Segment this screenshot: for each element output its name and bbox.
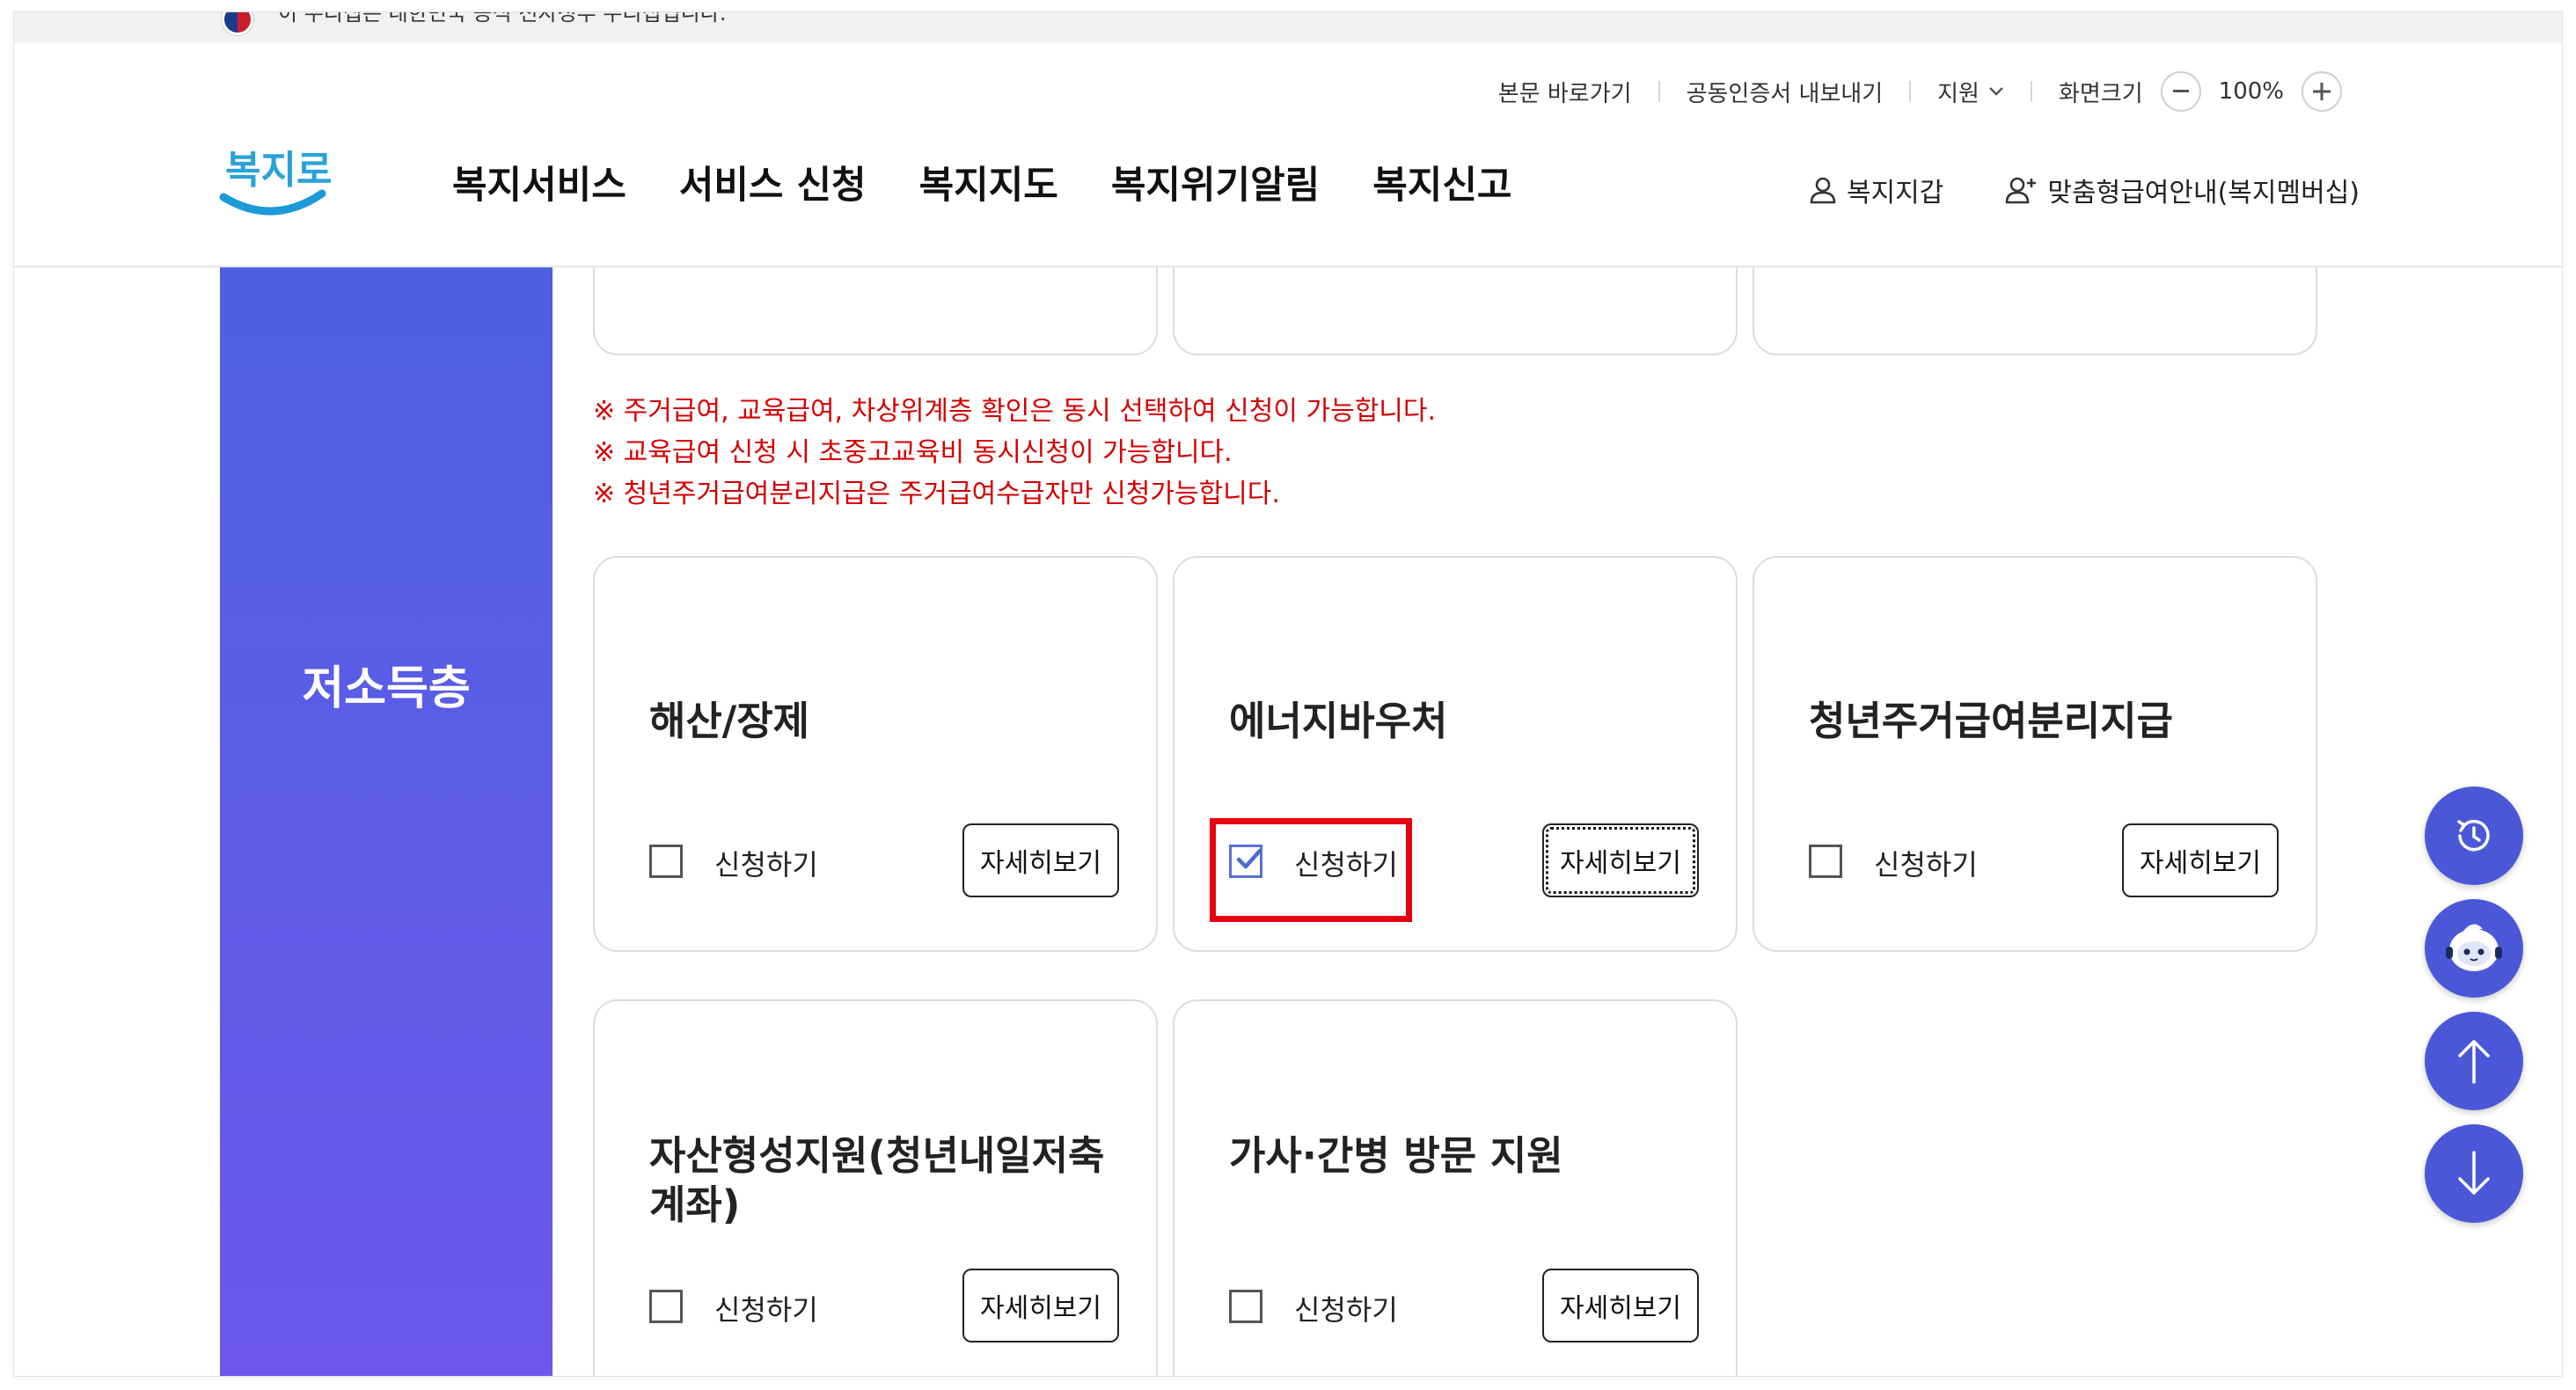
welfare-wallet-link[interactable]: 복지지갑 (1808, 171, 1943, 209)
service-card-energy-voucher: 에너지바우처 신청하기 자세히보기 (1173, 556, 1738, 952)
card-title: 에너지바우처 (1229, 698, 1448, 744)
history-icon (2457, 819, 2490, 852)
apply-label[interactable]: 신청하기 (714, 1288, 818, 1328)
nav-crisis-alert[interactable]: 복지위기알림 (1111, 155, 1320, 209)
apply-label[interactable]: 신청하기 (1874, 843, 1978, 883)
logo-mark: 복지로 (219, 148, 332, 216)
welfare-wallet-label: 복지지갑 (1846, 178, 1944, 208)
selection-highlight-box (1210, 818, 1412, 922)
apply-label[interactable]: 신청하기 (1294, 1288, 1398, 1328)
service-card-home-care: 가사·간병 방문 지원 신청하기 자세히보기 (1173, 999, 1738, 1376)
apply-label[interactable]: 신청하기 (714, 843, 818, 883)
member-menu: 복지지갑 맞춤형급여안내(복지멤버십) (1746, 171, 2360, 209)
notice-list: ※ 주거급여, 교육급여, 차상위계층 확인은 동시 선택하여 신청이 가능합니… (593, 391, 1436, 515)
gov-banner-text: 이 누리집은 대한민국 공식 전자정부 누리집입니다. (278, 12, 727, 26)
minus-icon (2172, 90, 2189, 92)
detail-button[interactable]: 자세히보기 (1542, 823, 1699, 897)
support-dropdown[interactable]: 지원 (1937, 76, 2004, 108)
zoom-level: 100% (2218, 78, 2284, 105)
apply-checkbox[interactable] (1809, 845, 1842, 878)
custom-benefit-link[interactable]: 맞춤형급여안내(복지멤버십) (2005, 171, 2360, 209)
detail-button[interactable]: 자세히보기 (962, 823, 1119, 897)
service-card-childbirth-funeral: 해산/장제 신청하기 자세히보기 (593, 556, 1158, 952)
card-title: 청년주거급여분리지급 (1809, 698, 2174, 744)
detail-button[interactable]: 자세히보기 (1542, 1269, 1699, 1342)
divider (1909, 81, 1912, 102)
user-icon (1810, 177, 1836, 204)
screen-size-label: 화면크기 (2058, 80, 2143, 107)
chatbot-icon (2446, 924, 2502, 971)
divider (1658, 81, 1660, 102)
nav-welfare-report[interactable]: 복지신고 (1372, 155, 1511, 209)
support-label: 지원 (1937, 80, 1980, 107)
taegukgi-icon (222, 12, 253, 35)
arrow-up-icon (2458, 1040, 2490, 1084)
card-title: 자산형성지원(청년내일저축계좌) (649, 1132, 1105, 1228)
scroll-bottom-button[interactable] (2425, 1124, 2523, 1223)
nav-service-apply[interactable]: 서비스 신청 (679, 155, 867, 209)
chevron-down-icon (1988, 83, 2004, 101)
card-title: 가사·간병 방문 지원 (1229, 1132, 1563, 1179)
svg-text:복지로: 복지로 (225, 148, 332, 193)
recent-history-button[interactable] (2425, 786, 2523, 885)
user-add-icon (2006, 177, 2037, 204)
zoom-out-button[interactable] (2160, 71, 2201, 112)
notice-line: ※ 주거급여, 교육급여, 차상위계층 확인은 동시 선택하여 신청이 가능합니… (593, 396, 1437, 427)
skip-link[interactable]: 본문 바로가기 (1498, 76, 1632, 108)
chatbot-button[interactable] (2425, 899, 2523, 998)
notice-line: ※ 청년주거급여분리지급은 주거급여수급자만 신청가능합니다. (593, 479, 1280, 509)
plus-icon (2313, 83, 2331, 100)
browser-viewport: 이 누리집은 대한민국 공식 전자정부 누리집입니다. 본문 바로가기 공동인증… (14, 12, 2562, 1376)
detail-button[interactable]: 자세히보기 (962, 1269, 1119, 1342)
service-card-youth-housing: 청년주거급여분리지급 신청하기 자세히보기 (1753, 556, 2317, 952)
detail-button[interactable]: 자세히보기 (2122, 823, 2279, 897)
cert-export-link[interactable]: 공동인증서 내보내기 (1687, 76, 1884, 108)
card-title: 해산/장제 (649, 698, 810, 744)
nav-welfare-map[interactable]: 복지지도 (919, 155, 1058, 209)
apply-checkbox[interactable] (1229, 1290, 1262, 1323)
arrow-down-icon (2458, 1151, 2490, 1195)
logo[interactable]: 복지로 (218, 128, 341, 225)
custom-benefit-label: 맞춤형급여안내(복지멤버십) (2047, 178, 2360, 208)
service-card-asset-building: 자산형성지원(청년내일저축계좌) 신청하기 자세히보기 (593, 999, 1158, 1376)
apply-checkbox[interactable] (649, 1290, 683, 1323)
utility-nav: 본문 바로가기 공동인증서 내보내기 지원 화면크기 100% (1498, 71, 2360, 112)
zoom-in-button[interactable] (2302, 71, 2342, 112)
main-nav: 복지서비스 서비스 신청 복지지도 복지위기알림 복지신고 (452, 155, 1564, 209)
notice-line: ※ 교육급여 신청 시 초중고교육비 동시신청이 가능합니다. (593, 437, 1233, 468)
site-header: 본문 바로가기 공동인증서 내보내기 지원 화면크기 100% 복지로 복지서비… (14, 42, 2562, 266)
gov-banner: 이 누리집은 대한민국 공식 전자정부 누리집입니다. (14, 12, 2562, 43)
category-sidebar: 저소득층 (220, 266, 553, 1376)
apply-checkbox[interactable] (649, 845, 683, 878)
category-title: 저소득층 (302, 662, 471, 715)
divider (2030, 81, 2032, 102)
nav-welfare-service[interactable]: 복지서비스 (452, 155, 626, 209)
scroll-top-button[interactable] (2425, 1012, 2523, 1110)
